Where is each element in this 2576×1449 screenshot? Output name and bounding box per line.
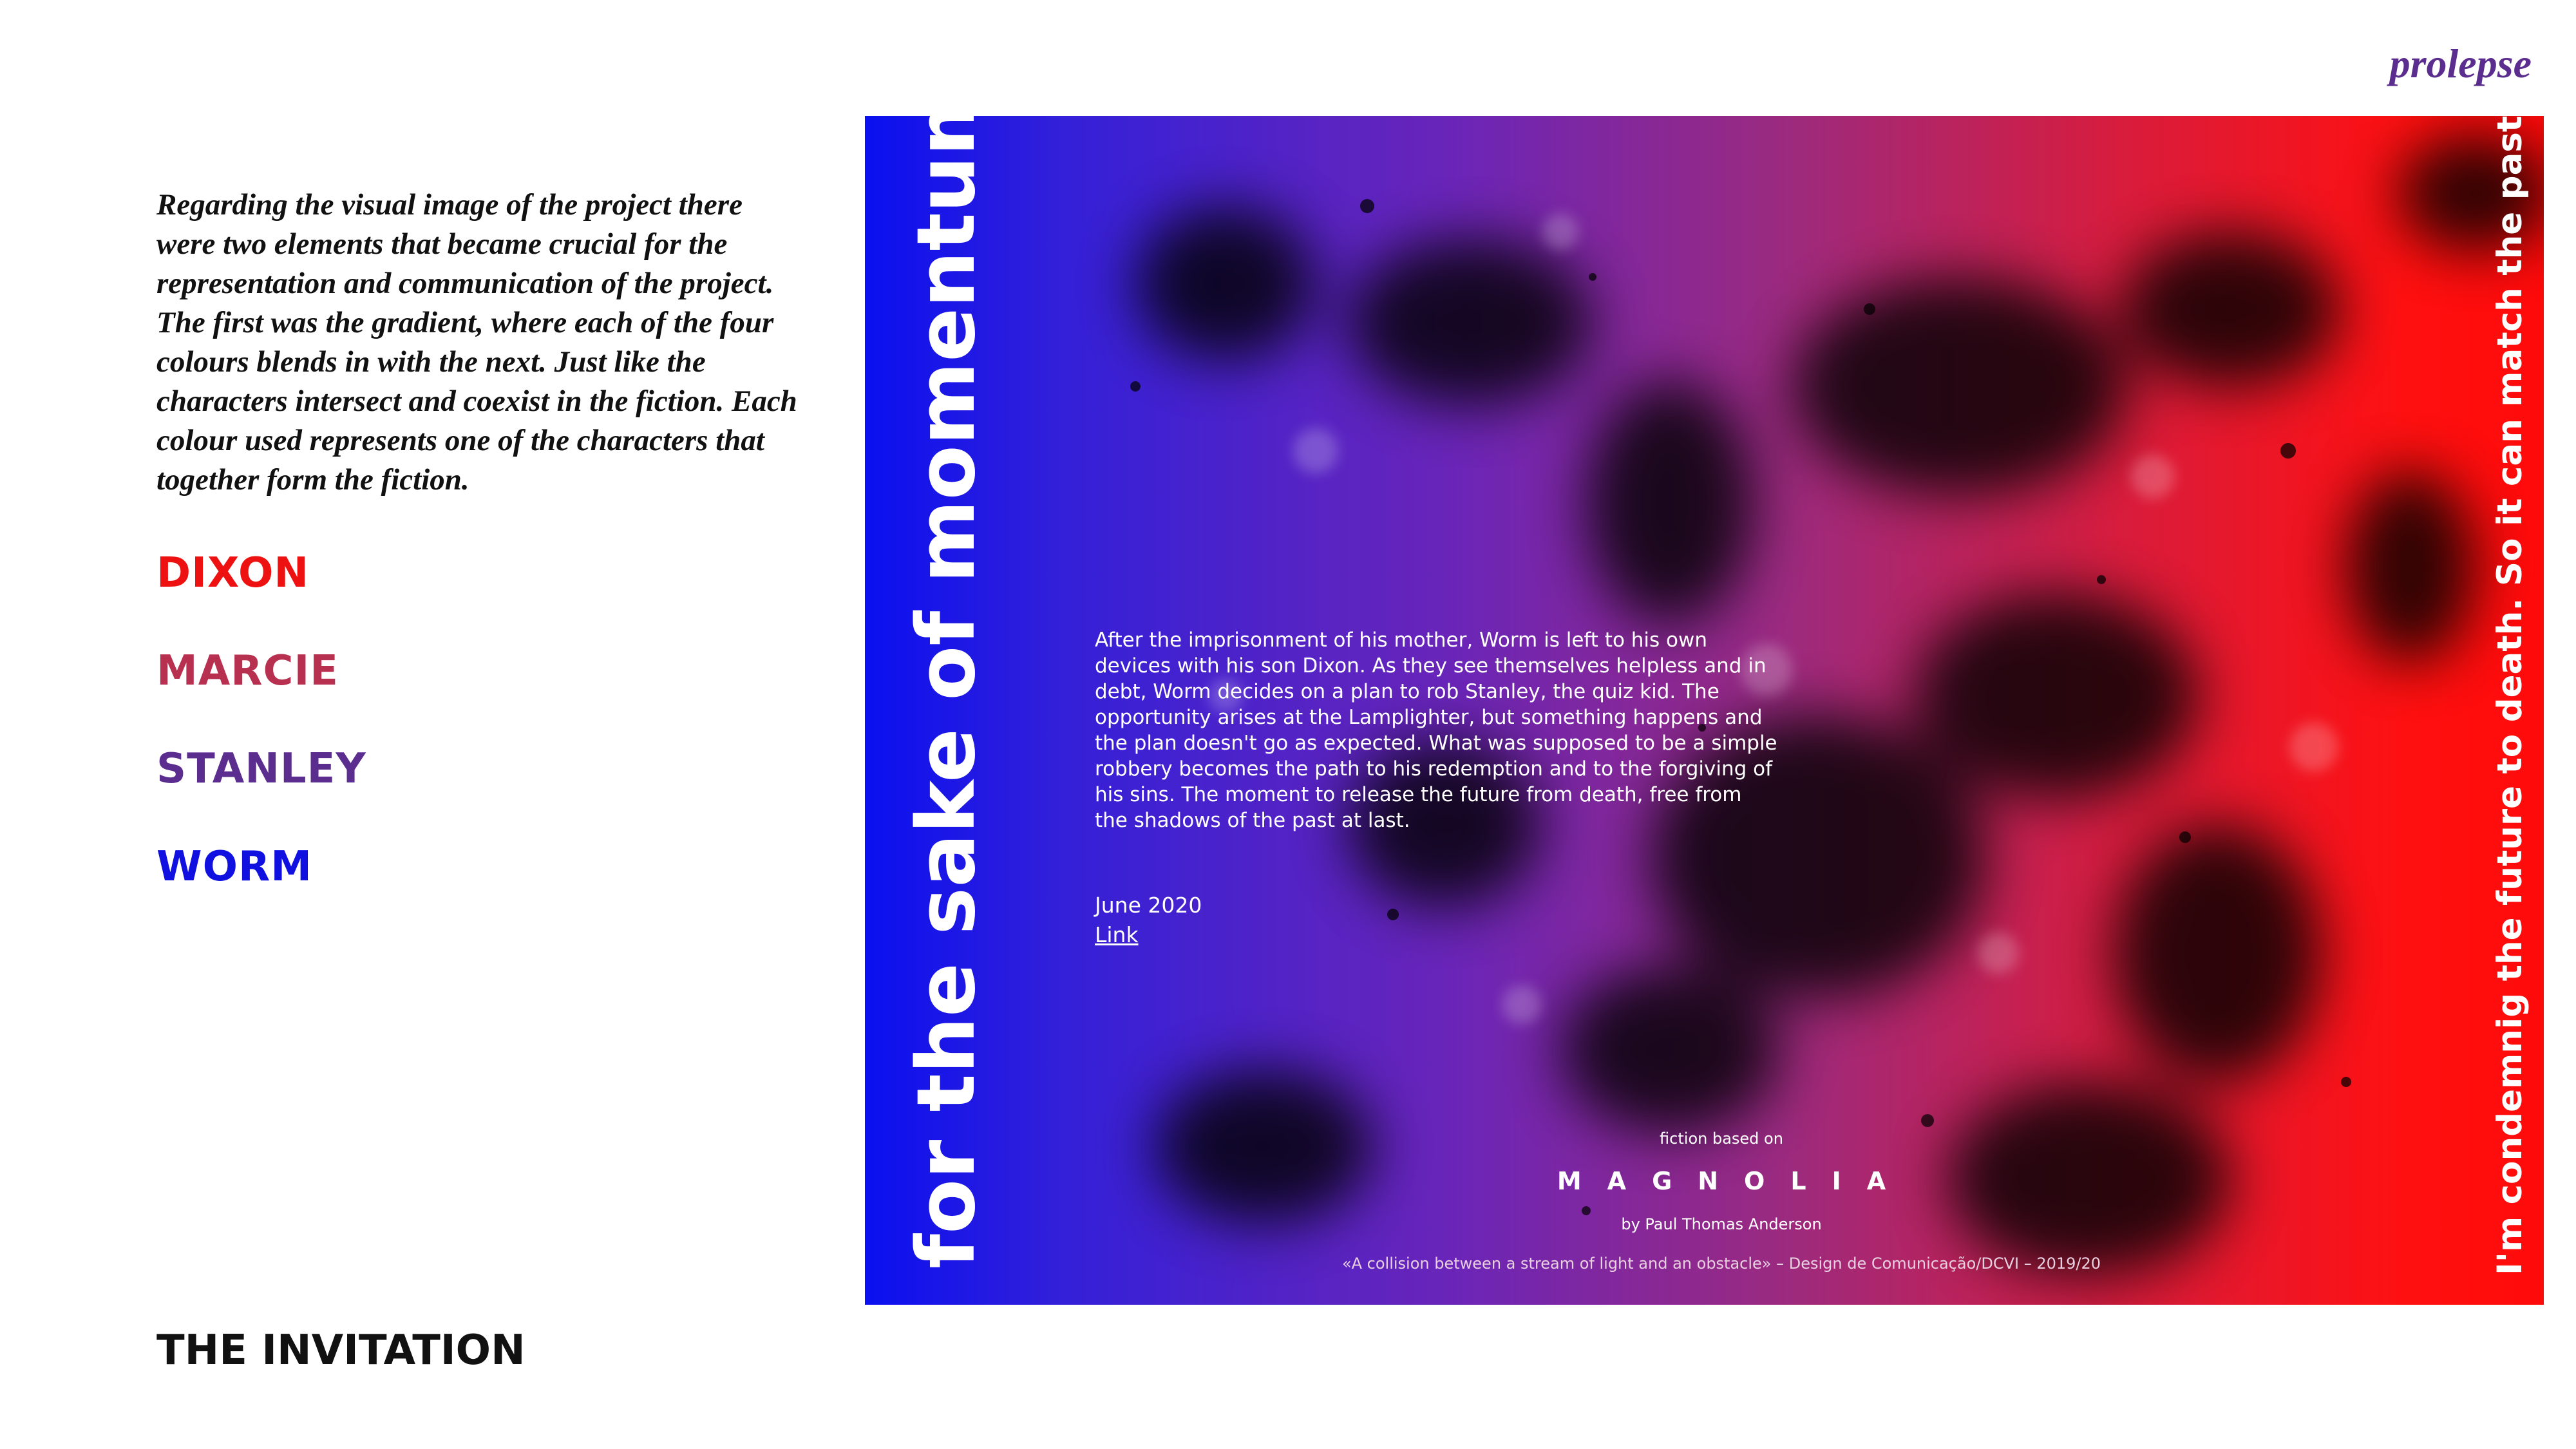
character-list: DIXON MARCIE STANLEY WORM [156,547,366,939]
character-dixon: DIXON [156,549,309,597]
character-stanley: STANLEY [156,745,366,793]
author-credit: by Paul Thomas Anderson [1621,1215,1822,1233]
section-title: THE INVITATION [156,1327,526,1374]
synopsis-text: After the imprisonment of his mother, Wo… [1095,629,1777,832]
character-worm: WORM [156,843,312,891]
poster-link[interactable]: Link [1095,922,1139,947]
vertical-tagline-left: for the sake of momentum [900,116,993,1269]
brand-title: prolepse [2389,41,2532,86]
poster-quote: «A collision between a stream of light a… [1341,1255,2101,1273]
character-marcie: MARCIE [156,647,339,695]
vertical-tagline-right: I'm condemnig the future to death. So it… [2490,116,2530,1275]
poster-date: June 2020 [1095,893,1202,918]
fiction-based-label: fiction based on [1660,1130,1783,1148]
intro-paragraph: Regarding the visual image of the projec… [156,188,797,497]
poster-image: for the sake of momentum I'm condemnig t… [865,116,2544,1305]
film-title: MAGNOLIA [1557,1167,1912,1195]
